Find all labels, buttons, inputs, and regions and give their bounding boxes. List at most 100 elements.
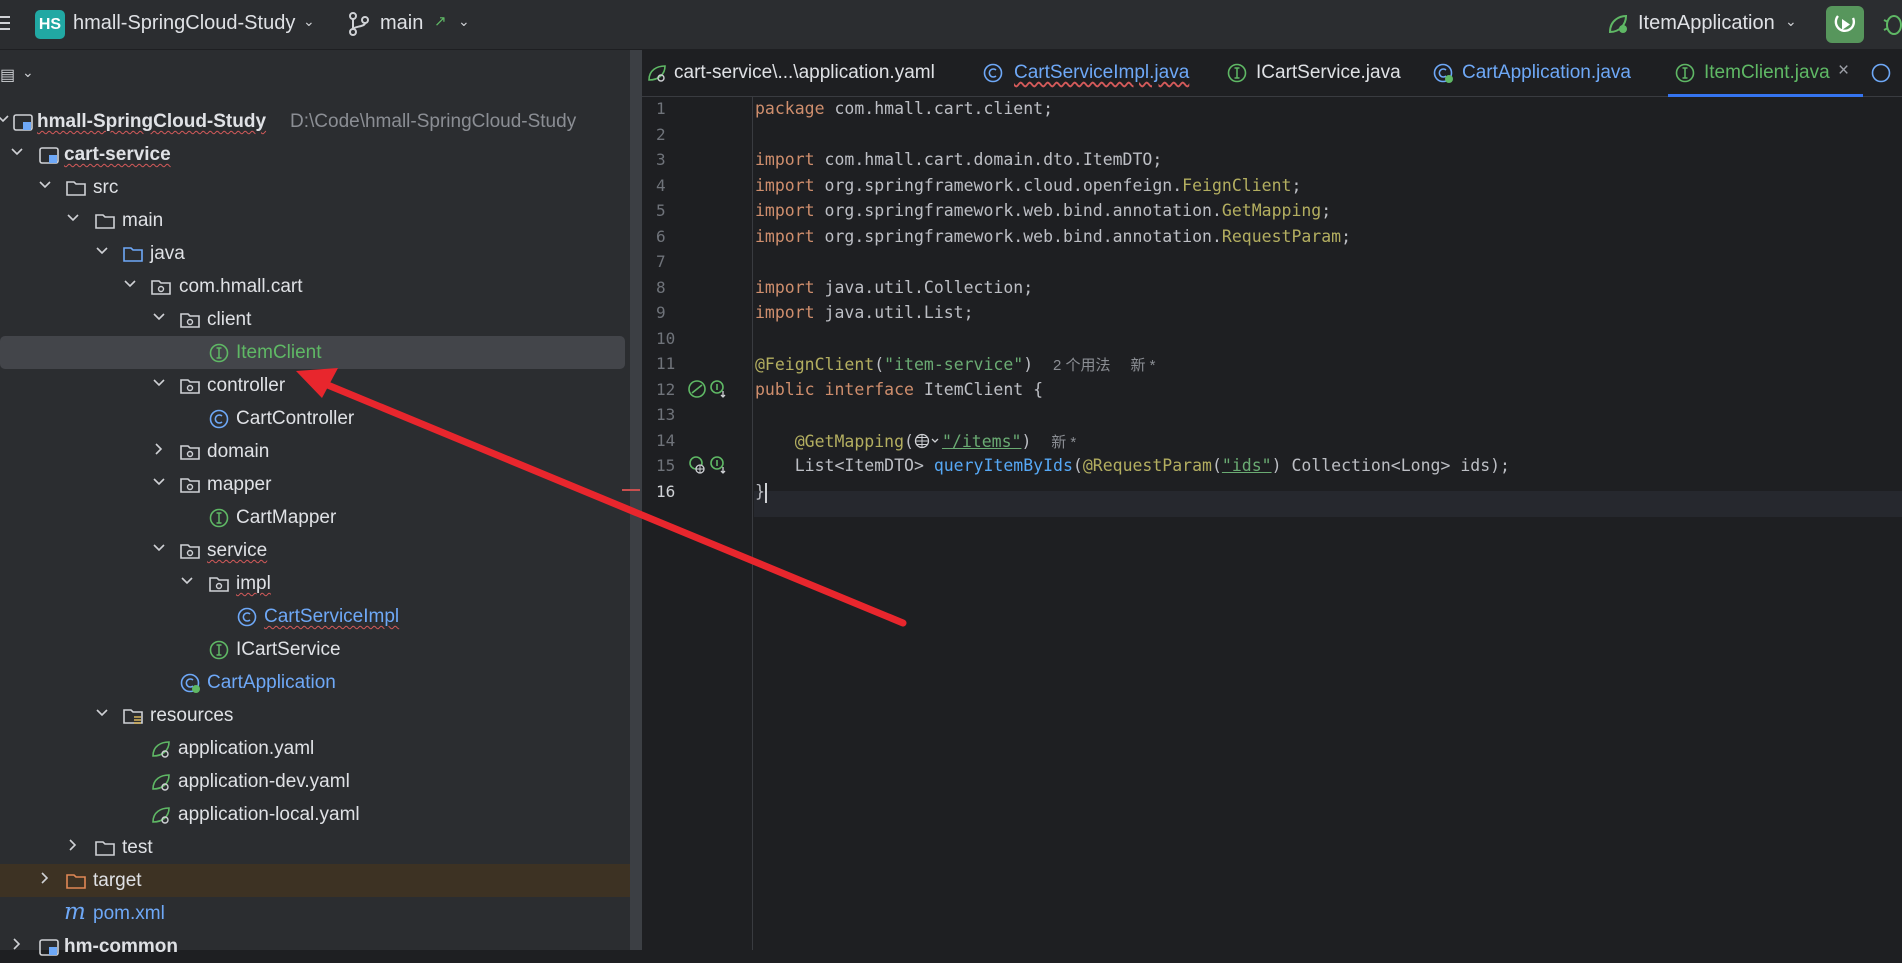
tree-item-service[interactable]: service (0, 534, 630, 567)
chevron-down-icon[interactable]: ⌄ (1785, 13, 1797, 30)
package-icon (180, 379, 200, 394)
chevron-down-icon[interactable] (123, 277, 137, 291)
endpoint-globe-icon[interactable] (687, 455, 707, 475)
tree-item-target[interactable]: target (0, 864, 630, 897)
tree-item-impl[interactable]: impl (0, 567, 630, 600)
tree-item-domain[interactable]: domain (0, 435, 630, 468)
globe-icon[interactable] (914, 433, 942, 449)
tab-label: ItemClient.java (1704, 62, 1830, 83)
rerun-button[interactable] (1826, 6, 1864, 43)
code-token: com.hmall.cart.domain.dto.ItemDTO; (814, 150, 1163, 169)
code-line[interactable]: import com.hmall.cart.domain.dto.ItemDTO… (755, 150, 1162, 169)
tree-item-mapper[interactable]: mapper (0, 468, 630, 501)
close-icon[interactable]: × (1838, 60, 1849, 82)
list-icon[interactable]: ▤ (0, 65, 15, 85)
code-line[interactable]: public interface ItemClient { (755, 380, 1043, 399)
project-badge[interactable]: HS (35, 10, 65, 39)
tree-item-client[interactable]: client (0, 303, 630, 336)
tree-item-main[interactable]: main (0, 204, 630, 237)
tree-item-cartmapper[interactable]: CartMapper (0, 501, 630, 534)
tree-item-icartservice[interactable]: ICartService (0, 633, 630, 666)
chevron-down-icon[interactable] (152, 541, 166, 555)
implemented-down-icon[interactable] (708, 379, 728, 399)
tree-item-resources[interactable]: resources (0, 699, 630, 732)
tree-item-package-root[interactable]: com.hmall.cart (0, 270, 630, 303)
code-editor: cart-service\...\application.yaml CartSe… (642, 50, 1902, 950)
code-line[interactable]: } (755, 482, 767, 503)
chevron-down-icon[interactable] (152, 376, 166, 390)
git-branch-selector[interactable]: main (380, 12, 423, 35)
chevron-right-icon[interactable] (38, 871, 52, 885)
class-icon[interactable] (1870, 62, 1892, 84)
tree-item-controller[interactable]: controller (0, 369, 630, 402)
git-branch-icon[interactable] (347, 10, 371, 38)
chevron-down-icon[interactable] (66, 211, 80, 225)
tree-item-pom[interactable]: m pom.xml (0, 897, 630, 930)
tree-item-label: CartController (236, 408, 355, 429)
tree-item-src[interactable]: src (0, 171, 630, 204)
tree-item-cart-service[interactable]: cart-service (0, 138, 630, 171)
tab-itemclient[interactable]: ItemClient.java × (1668, 50, 1863, 97)
author-inlay-hint[interactable]: 新 * (1130, 357, 1155, 374)
tree-item-project-root[interactable]: hmall-SpringCloud-Study D:\Code\hmall-Sp… (0, 105, 630, 138)
tree-item-cartserviceimpl[interactable]: CartServiceImpl (0, 600, 630, 633)
main-menu-icon[interactable] (0, 12, 10, 34)
tree-item-cartapplication[interactable]: CartApplication (0, 666, 630, 699)
tab-icartservice[interactable]: ICartService.java (1226, 50, 1416, 96)
tree-item-application-dev-yaml[interactable]: application-dev.yaml (0, 765, 630, 798)
debug-icon[interactable] (1880, 10, 1902, 38)
chevron-down-icon[interactable]: ⌄ (22, 64, 34, 81)
run-configuration-selector[interactable]: ItemApplication (1638, 12, 1775, 35)
code-token: import (755, 303, 815, 322)
chevron-right-icon[interactable] (66, 838, 80, 852)
editor-tab-bar: cart-service\...\application.yaml CartSe… (642, 50, 1902, 97)
code-line[interactable]: import org.springframework.cloud.openfei… (755, 176, 1301, 195)
tree-item-hm-common[interactable]: hm-common (0, 930, 630, 963)
code-line[interactable]: import java.util.Collection; (755, 278, 1033, 297)
chevron-down-icon[interactable]: ⌄ (303, 13, 315, 30)
code-line[interactable]: import org.springframework.web.bind.anno… (755, 201, 1331, 220)
usages-inlay-hint[interactable]: 2 个用法 (1053, 357, 1111, 374)
code-token: java.util.List; (814, 303, 974, 322)
project-selector[interactable]: hmall-SpringCloud-Study (73, 12, 295, 35)
chevron-down-icon[interactable] (152, 310, 166, 324)
feign-client-gutter-icon[interactable] (687, 379, 707, 399)
chevron-down-icon[interactable]: ⌄ (458, 13, 470, 30)
spring-yaml-icon (152, 774, 170, 791)
package-icon (180, 445, 200, 460)
author-inlay-hint[interactable]: 新 * (1051, 434, 1076, 451)
chevron-right-icon[interactable] (152, 442, 166, 456)
code-line[interactable]: @FeignClient("item-service") 2 个用法 新 * (755, 354, 1155, 375)
tab-cartserviceimpl[interactable]: CartServiceImpl.java (982, 50, 1212, 96)
tree-item-application-local-yaml[interactable]: application-local.yaml (0, 798, 630, 831)
code-token: "item-service" (884, 355, 1024, 374)
tree-item-java[interactable]: java (0, 237, 630, 270)
tree-item-itemclient[interactable]: ItemClient (0, 336, 625, 369)
chevron-down-icon[interactable] (180, 574, 194, 588)
tree-item-label: com.hmall.cart (179, 276, 303, 297)
chevron-down-icon[interactable] (95, 244, 109, 258)
code-line[interactable]: import java.util.List; (755, 303, 974, 322)
code-line[interactable]: import org.springframework.web.bind.anno… (755, 227, 1351, 246)
code-line[interactable]: package com.hmall.cart.client; (755, 99, 1053, 118)
tree-item-test[interactable]: test (0, 831, 630, 864)
chevron-down-icon[interactable] (95, 706, 109, 720)
implemented-down-icon[interactable] (708, 455, 728, 475)
code-token: import (755, 227, 815, 246)
tab-application-yaml[interactable]: cart-service\...\application.yaml (646, 50, 946, 96)
tree-item-application-yaml[interactable]: application.yaml (0, 732, 630, 765)
package-icon (180, 313, 200, 328)
chevron-down-icon[interactable] (10, 145, 24, 159)
chevron-down-icon[interactable] (152, 475, 166, 489)
code-line[interactable]: @GetMapping("/items") 新 * (755, 431, 1077, 452)
tab-label: CartServiceImpl.java (1014, 62, 1190, 83)
chevron-down-icon[interactable] (0, 112, 10, 126)
chevron-right-icon[interactable] (10, 937, 24, 951)
code-token: public interface (755, 380, 914, 399)
package-icon (151, 280, 171, 295)
panel-splitter[interactable] (630, 50, 642, 950)
tree-item-cartcontroller[interactable]: CartController (0, 402, 630, 435)
code-line[interactable]: List<ItemDTO> queryItemByIds(@RequestPar… (755, 456, 1510, 475)
chevron-down-icon[interactable] (38, 178, 52, 192)
tab-cartapplication[interactable]: CartApplication.java (1432, 50, 1642, 96)
